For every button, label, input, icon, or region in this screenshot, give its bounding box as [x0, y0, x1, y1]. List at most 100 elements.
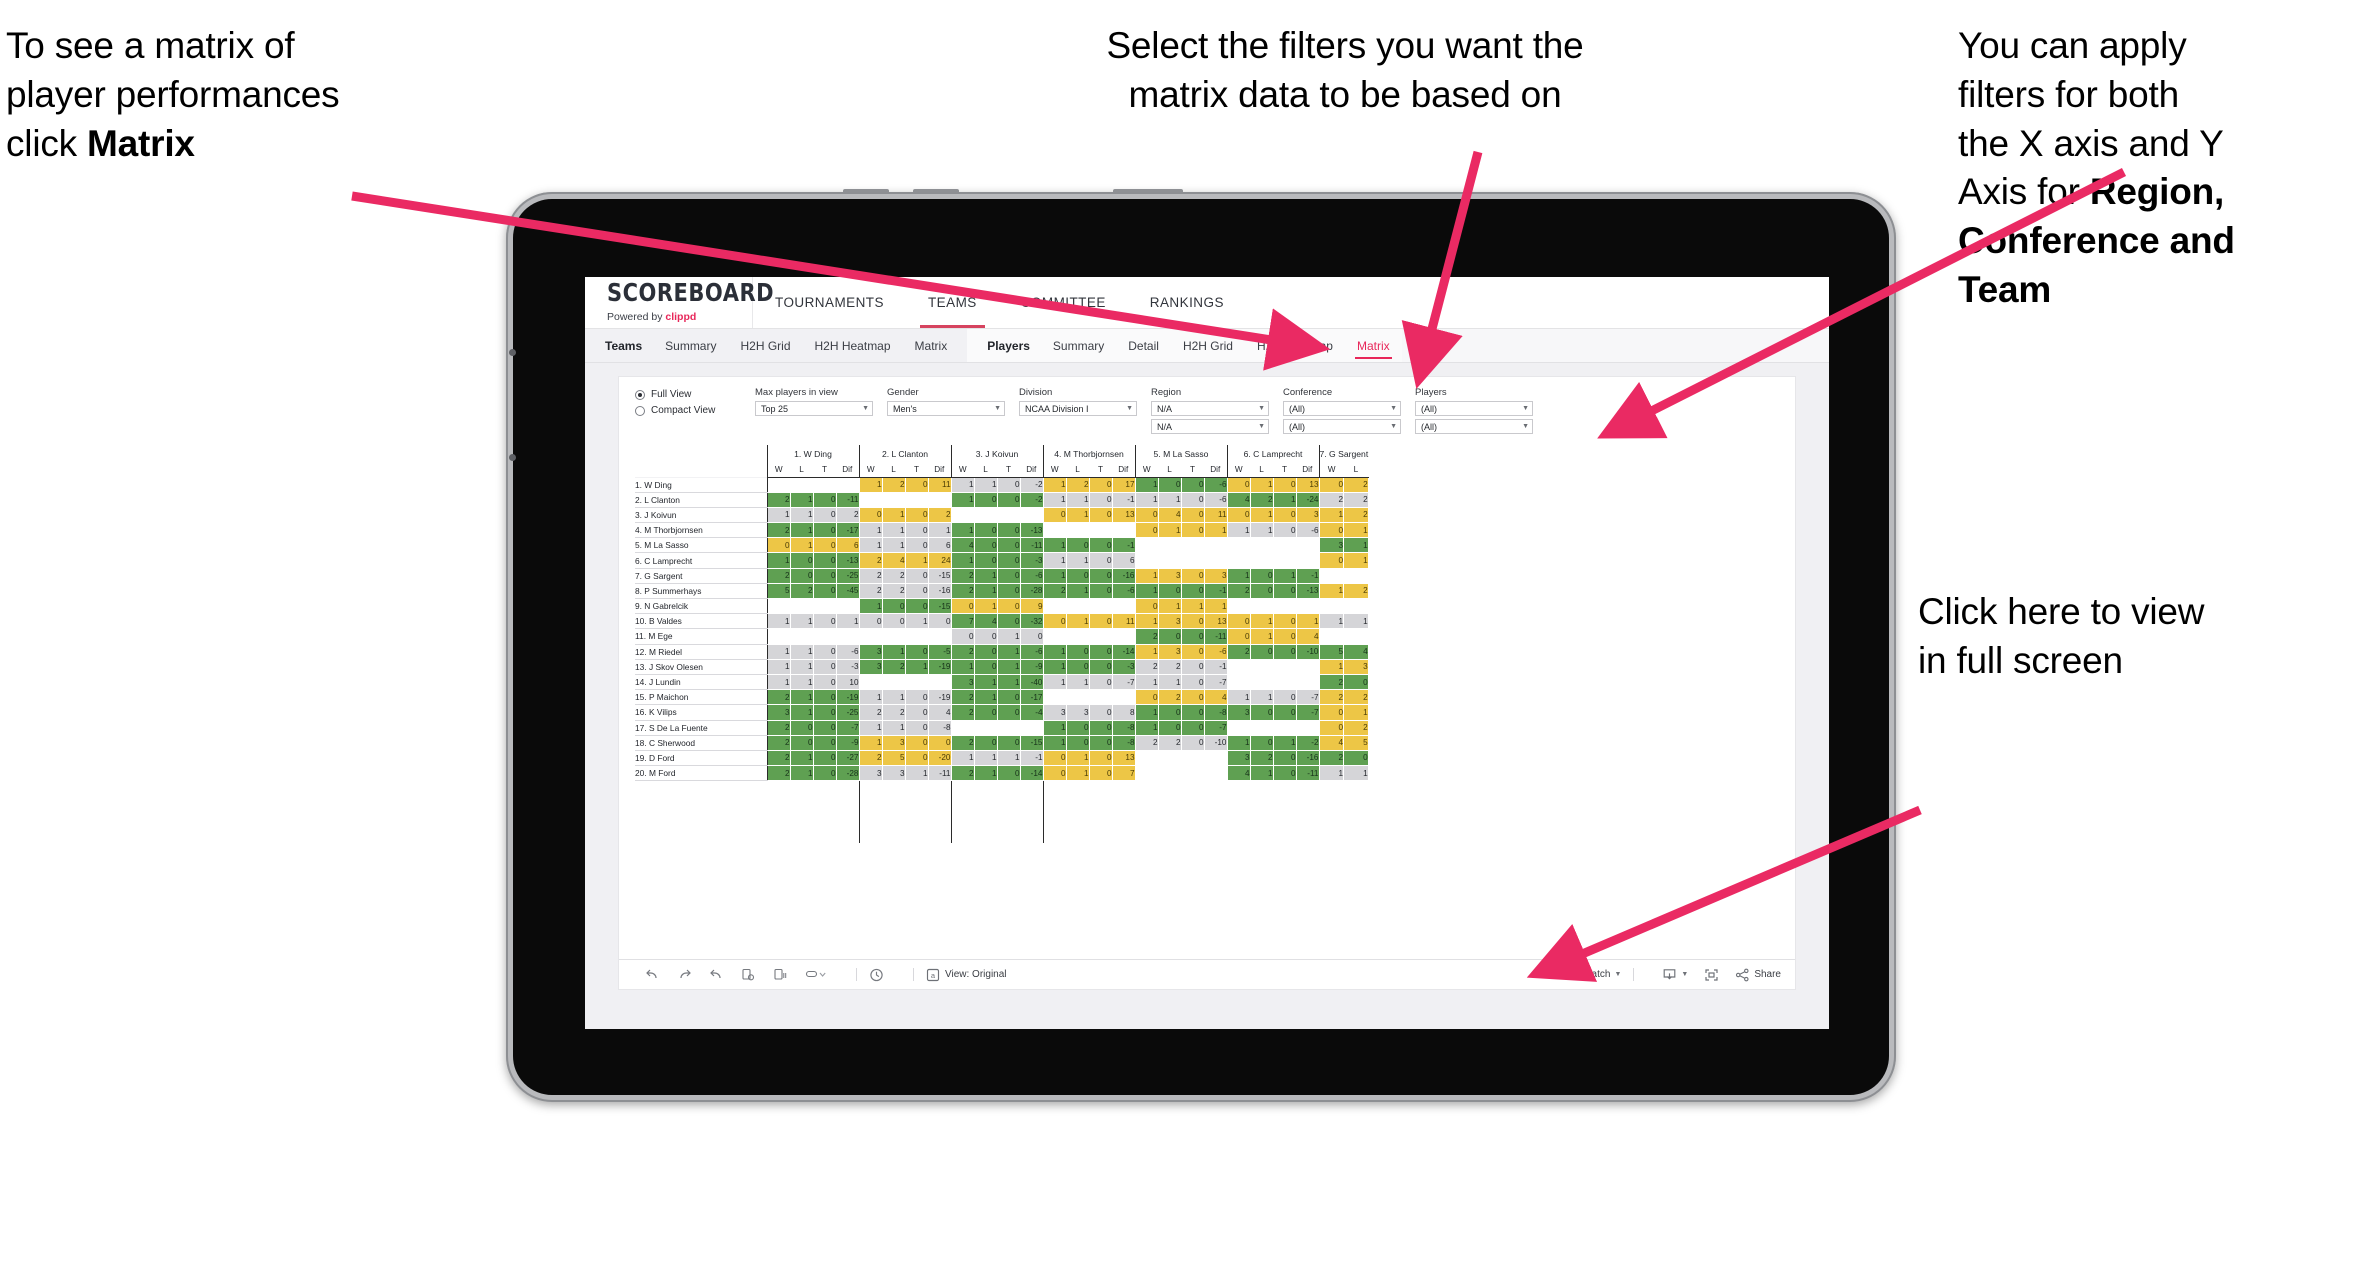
matrix-cell[interactable]: -8 — [1203, 704, 1228, 721]
matrix-cell[interactable]: 0 — [1134, 689, 1159, 706]
matrix-cell[interactable]: 2 — [927, 506, 952, 524]
matrix-cell[interactable] — [1111, 522, 1136, 539]
matrix-cell[interactable]: 0 — [1318, 704, 1345, 721]
matrix-cell[interactable]: 1 — [858, 719, 883, 736]
matrix-cell[interactable]: 2 — [1343, 582, 1369, 600]
matrix-cell[interactable]: 1 — [904, 765, 929, 782]
matrix-cell[interactable]: 1 — [996, 628, 1021, 645]
matrix-cell[interactable]: 2 — [950, 567, 975, 584]
matrix-cell[interactable]: 2 — [858, 749, 883, 767]
matrix-cell[interactable]: 1 — [1203, 522, 1228, 539]
matrix-cell[interactable] — [1343, 597, 1369, 615]
matrix-cell[interactable]: 0 — [1157, 628, 1182, 645]
matrix-cell[interactable] — [927, 673, 952, 691]
matrix-cell[interactable]: 0 — [904, 597, 929, 615]
matrix-cell[interactable]: 2 — [858, 552, 883, 569]
matrix-cell[interactable]: 2 — [1249, 491, 1274, 508]
matrix-cell[interactable]: -11 — [1295, 765, 1320, 782]
matrix-cell[interactable]: 0 — [1249, 582, 1274, 600]
matrix-cell[interactable]: 2 — [766, 567, 791, 584]
subtab-players-matrix[interactable]: Matrix — [1345, 329, 1402, 362]
matrix-cell[interactable]: -9 — [835, 734, 860, 751]
matrix-cell[interactable]: -3 — [835, 658, 860, 675]
matrix-cell[interactable]: 1 — [996, 749, 1021, 767]
matrix-cell[interactable]: 1 — [1180, 597, 1205, 615]
matrix-cell[interactable]: 4 — [1318, 734, 1345, 751]
matrix-cell[interactable]: 0 — [904, 506, 929, 524]
matrix-cell[interactable] — [1272, 552, 1297, 569]
matrix-cell[interactable]: 1 — [1226, 522, 1251, 539]
matrix-cell[interactable]: -25 — [835, 704, 860, 721]
matrix-cell[interactable] — [881, 628, 906, 645]
matrix-cell[interactable]: 0 — [1226, 613, 1251, 630]
matrix-cell[interactable] — [1226, 597, 1251, 615]
matrix-cell[interactable]: 1 — [973, 597, 998, 615]
matrix-cell[interactable]: 11 — [927, 476, 952, 493]
matrix-cell[interactable]: 0 — [812, 643, 837, 660]
matrix-cell[interactable]: 0 — [1042, 613, 1067, 630]
matrix-cell[interactable]: 1 — [1272, 734, 1297, 751]
matrix-cell[interactable]: 1 — [1134, 476, 1159, 493]
matrix-cell[interactable]: 0 — [1318, 719, 1345, 736]
matrix-cell[interactable] — [1088, 628, 1113, 645]
matrix-cell[interactable]: 0 — [996, 582, 1021, 600]
matrix-cell[interactable]: 0 — [1134, 506, 1159, 524]
matrix-cell[interactable]: -11 — [927, 765, 952, 782]
revert-icon[interactable] — [709, 968, 724, 981]
matrix-cell[interactable]: 2 — [858, 704, 883, 721]
matrix-cell[interactable]: 2 — [1226, 643, 1251, 660]
matrix-cell[interactable] — [835, 476, 860, 493]
matrix-cell[interactable]: 0 — [1065, 643, 1090, 660]
matrix-cell[interactable]: 0 — [973, 522, 998, 539]
subtab-players-h2h-grid[interactable]: H2H Grid — [1171, 329, 1245, 362]
matrix-cell[interactable]: 2 — [1318, 491, 1345, 508]
matrix-cell[interactable]: 2 — [1343, 491, 1369, 508]
matrix-cell[interactable]: -15 — [927, 567, 952, 584]
matrix-cell[interactable]: -16 — [927, 582, 952, 600]
matrix-cell[interactable]: 2 — [1042, 582, 1067, 600]
matrix-cell[interactable]: 1 — [1226, 734, 1251, 751]
matrix-cell[interactable] — [1249, 597, 1274, 615]
matrix-cell[interactable]: -1 — [1203, 582, 1228, 600]
matrix-cell[interactable]: -2 — [1019, 476, 1044, 493]
matrix-cell[interactable]: 3 — [1203, 567, 1228, 584]
matrix-cell[interactable]: 1 — [1134, 582, 1159, 600]
matrix-cell[interactable]: 0 — [1088, 643, 1113, 660]
matrix-cell[interactable]: 1 — [973, 749, 998, 767]
matrix-cell[interactable]: -6 — [1019, 643, 1044, 660]
matrix-cell[interactable] — [996, 719, 1021, 736]
subtab-players-summary[interactable]: Summary — [1041, 329, 1116, 362]
matrix-cell[interactable]: 3 — [881, 734, 906, 751]
matrix-cell[interactable]: 0 — [789, 552, 814, 569]
matrix-cell[interactable]: -13 — [835, 552, 860, 569]
matrix-cell[interactable] — [1295, 673, 1320, 691]
matrix-cell[interactable]: 2 — [766, 749, 791, 767]
matrix-cell[interactable]: 0 — [904, 704, 929, 721]
matrix-cell[interactable]: 3 — [858, 643, 883, 660]
matrix-cell[interactable]: 3 — [1226, 749, 1251, 767]
matrix-cell[interactable]: 3 — [766, 704, 791, 721]
matrix-cell[interactable]: 4 — [1203, 689, 1228, 706]
matrix-cell[interactable]: 0 — [858, 613, 883, 630]
matrix-cell[interactable]: 2 — [950, 582, 975, 600]
nav-teams[interactable]: TEAMS — [906, 277, 999, 328]
matrix-cell[interactable]: 0 — [812, 704, 837, 721]
matrix-cell[interactable]: 0 — [1180, 582, 1205, 600]
matrix-cell[interactable]: 0 — [1180, 506, 1205, 524]
matrix-cell[interactable] — [1134, 552, 1159, 569]
matrix-cell[interactable]: 1 — [1249, 506, 1274, 524]
matrix-cell[interactable]: 0 — [1343, 673, 1369, 691]
matrix-cell[interactable]: 2 — [950, 734, 975, 751]
matrix-cell[interactable]: 1 — [1318, 506, 1345, 524]
matrix-cell[interactable]: 7 — [950, 613, 975, 630]
matrix-cell[interactable]: 0 — [1180, 658, 1205, 675]
matrix-cell[interactable]: 0 — [927, 734, 952, 751]
matrix-cell[interactable]: 0 — [1042, 506, 1067, 524]
matrix-cell[interactable]: -16 — [1295, 749, 1320, 767]
matrix-cell[interactable]: -19 — [927, 689, 952, 706]
matrix-cell[interactable]: 7 — [1111, 765, 1136, 782]
matrix-cell[interactable]: 3 — [950, 673, 975, 691]
matrix-cell[interactable]: 1 — [996, 643, 1021, 660]
matrix-cell[interactable] — [1226, 537, 1251, 554]
matrix-cell[interactable]: 0 — [1042, 749, 1067, 767]
